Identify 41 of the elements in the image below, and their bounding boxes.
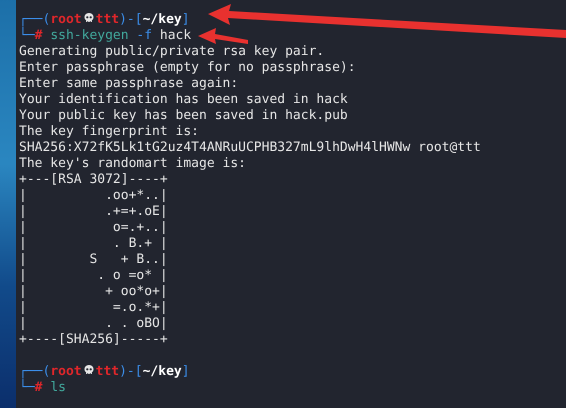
output-line: | . . oBO| (19, 316, 169, 332)
prompt-user: root (50, 12, 82, 27)
command-token: hack (160, 28, 192, 43)
prompt-frame: └─ (19, 380, 35, 395)
output-line: | o=.+..| (19, 220, 169, 236)
skull-icon (82, 12, 95, 24)
prompt-sign: # (34, 380, 42, 395)
prompt-path: ~/key (142, 364, 182, 379)
prompt-frame: ┌──( (19, 364, 50, 379)
output-line: | + oo*o+| (19, 284, 169, 300)
prompt-bracket: ] (182, 12, 190, 27)
prompt-host: ttt (96, 364, 120, 379)
skull-icon (82, 364, 95, 376)
command-token: -f (136, 28, 152, 43)
output-line: | . B.+ | (19, 236, 169, 252)
output-line: +---[RSA 3072]----+ (19, 172, 169, 188)
prompt-host: ttt (96, 12, 120, 27)
output-line: Your identification has been saved in hack (19, 92, 349, 108)
prompt-bracket: ] (182, 364, 190, 379)
prompt-path: ~/key (142, 12, 182, 27)
output-line: | . o =o* | (19, 268, 169, 284)
command-token: ssh-keygen (50, 28, 129, 43)
output-line: | .oo+*..| (19, 188, 169, 204)
output-line: The key's randomart image is: (19, 156, 247, 172)
prompt-user: root (50, 364, 82, 379)
prompt-frame: ┌──( (19, 12, 50, 27)
output-line: +----[SHA256]-----+ (19, 332, 169, 348)
output-line: Generating public/private rsa key pair. (19, 44, 326, 60)
output-line: | =.o.*+| (19, 300, 169, 316)
prompt-sign: # (34, 28, 42, 43)
output-line: Your public key has been saved in hack.pub (19, 108, 349, 124)
output-line: | .+=+.oE| (19, 204, 169, 220)
command-token: ls (50, 380, 66, 395)
output-line: Enter same passphrase again: (19, 76, 240, 92)
prompt-frame: └─ (19, 28, 35, 43)
prompt-bracket: )-[ (119, 12, 143, 27)
prompt-bracket: )-[ (119, 364, 143, 379)
output-line: The key fingerprint is: (19, 124, 200, 140)
output-line: | S + B..| (19, 252, 169, 268)
output-line: SHA256:X72fK5Lk1tG2uz4T4ANRuUCPHB327mL9lhDwH4lHWNw root@ttt (19, 140, 482, 156)
output-line: Enter passphrase (empty for no passphrase): (19, 60, 357, 76)
